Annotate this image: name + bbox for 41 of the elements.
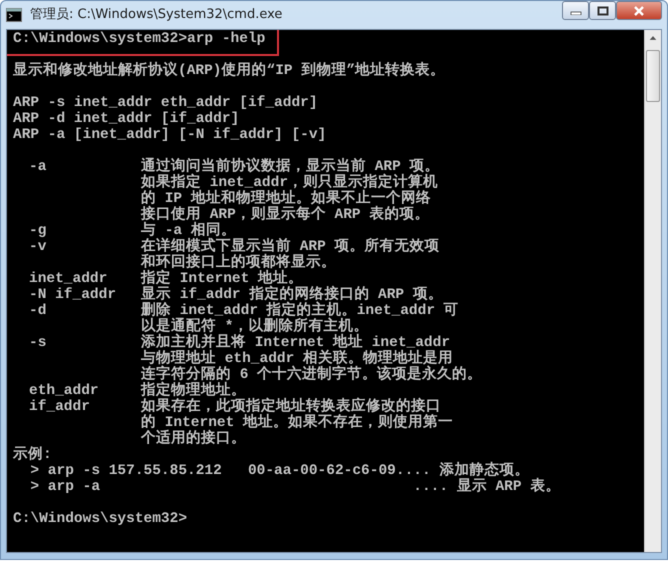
option-description: 如果存在，此项指定地址转换表应修改的接口 — [141, 399, 441, 415]
option-name: -d — [29, 303, 46, 319]
output-line: ARP -a [inet_addr] [-N if_addr] [-v] — [13, 127, 326, 143]
option-description: 在详细模式下显示当前 ARP 项。所有无效项 — [141, 239, 440, 255]
option-name: -a — [29, 159, 46, 175]
option-description: 与 -a 相同。 — [141, 223, 236, 239]
option-name: -s — [29, 335, 46, 351]
option-name: eth_addr — [29, 383, 99, 399]
output-line: 显示和修改地址解析协议(ARP)使用的“IP 到物理”地址转换表。 — [13, 63, 446, 79]
option-name: -g — [29, 223, 46, 239]
maximize-icon — [596, 6, 608, 16]
option-description: 个适用的接口。 — [141, 431, 246, 447]
maximize-button[interactable] — [589, 1, 616, 20]
option-name: if_addr — [29, 399, 90, 415]
option-description: 和环回接口上的项都将显示。 — [141, 255, 336, 271]
option-description: 添加主机并且将 Internet 地址 inet_addr — [141, 335, 450, 351]
option-name: -v — [29, 239, 46, 255]
close-button[interactable] — [616, 1, 662, 20]
command-line: C:\Windows\system32> — [13, 511, 188, 527]
option-name: -N if_addr — [29, 287, 116, 303]
close-icon — [633, 6, 645, 16]
command-line: C:\Windows\system32>arp -help — [13, 31, 266, 47]
option-description: 的 Internet 地址。如果不存在，则使用第一 — [141, 415, 454, 431]
option-description: 的 IP 地址和物理地址。如果不止一个网络 — [141, 191, 431, 207]
option-description: 如果指定 inet_addr，则只显示指定计算机 — [141, 175, 438, 191]
minimize-button[interactable] — [562, 1, 589, 20]
window-title: 管理员: C:\Windows\System32\cmd.exe — [30, 6, 284, 24]
scroll-thumb[interactable] — [646, 50, 660, 102]
output-line: ARP -d inet_addr [if_addr] — [13, 111, 240, 127]
console-icon — [6, 8, 22, 22]
option-description: 连字符分隔的 6 个十六进制字节。该项是永久的。 — [141, 367, 482, 383]
output-line: ARP -s inet_addr eth_addr [if_addr] — [13, 95, 318, 111]
option-description: 指定 Internet 地址。 — [141, 271, 304, 287]
option-description: 接口使用 ARP，则显示每个 ARP 表的项。 — [141, 207, 430, 223]
option-description: 指定物理地址。 — [141, 383, 246, 399]
output-line: 示例: — [13, 447, 52, 463]
output-line: > arp -a .... 显示 ARP 表。 — [29, 479, 560, 495]
option-description: 通过询问当前协议数据，显示当前 ARP 项。 — [141, 159, 440, 175]
option-name: inet_addr — [29, 271, 108, 287]
output-line: > arp -s 157.55.85.212 00-aa-00-62-c6-09.... 添加静态项。 — [29, 463, 530, 479]
scrollbar[interactable] — [644, 30, 661, 552]
